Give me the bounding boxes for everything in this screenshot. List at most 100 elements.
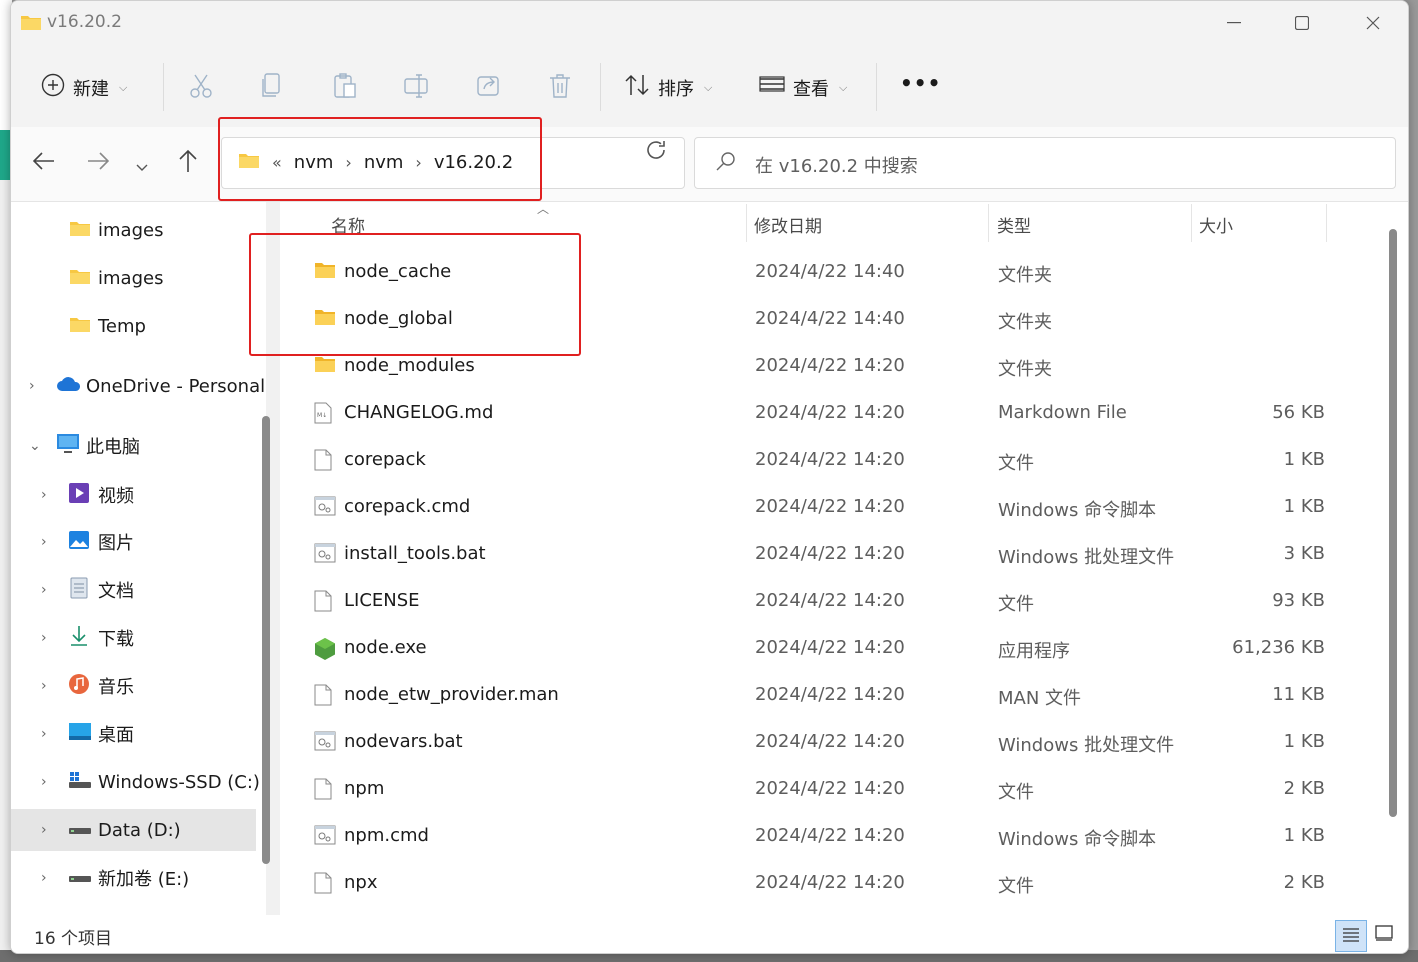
sort-ascending-icon: ︿ bbox=[537, 202, 550, 216]
file-name: node.exe bbox=[344, 637, 427, 658]
sidebar-item-downloads[interactable]: › 下载 bbox=[11, 617, 256, 659]
sidebar-item-label: 此电脑 bbox=[86, 437, 140, 458]
file-type: Windows 命令脚本 bbox=[998, 500, 1157, 521]
sidebar-item-drive-c[interactable]: › Windows-SSD (C:) bbox=[11, 761, 260, 803]
new-label: 新建 bbox=[73, 78, 109, 100]
table-row[interactable]: node.exe 2024/4/22 14:20 应用程序 61,236 KB bbox=[311, 625, 1341, 672]
rename-icon[interactable] bbox=[404, 73, 430, 103]
sidebar-item-images[interactable]: images bbox=[11, 257, 256, 299]
sidebar-item-temp[interactable]: Temp bbox=[11, 305, 256, 347]
file-name: LICENSE bbox=[344, 590, 420, 611]
table-row[interactable]: corepack 2024/4/22 14:20 文件 1 KB bbox=[311, 437, 1341, 484]
column-divider[interactable] bbox=[988, 204, 989, 242]
sidebar-item-drive-d[interactable]: › Data (D:) bbox=[11, 809, 256, 851]
file-icon bbox=[314, 872, 332, 899]
chevron-right-icon[interactable]: › bbox=[29, 378, 35, 394]
drive-icon bbox=[68, 868, 92, 889]
back-arrow-icon[interactable] bbox=[32, 149, 55, 177]
column-header-date[interactable]: 修改日期 bbox=[754, 212, 822, 237]
sidebar-item-music[interactable]: › 音乐 bbox=[11, 665, 256, 707]
file-date: 2024/4/22 14:20 bbox=[755, 684, 905, 705]
sidebar-item-drive-e[interactable]: › 新加卷 (E:) bbox=[11, 857, 256, 899]
table-row[interactable]: corepack.cmd 2024/4/22 14:20 Windows 命令脚本 1… bbox=[311, 484, 1341, 531]
sidebar-item-this-pc[interactable]: ⌄ 此电脑 bbox=[11, 425, 256, 467]
share-icon[interactable] bbox=[477, 73, 501, 101]
sidebar-item-images[interactable]: images bbox=[11, 209, 256, 251]
search-input[interactable]: 在 v16.20.2 中搜索 bbox=[694, 137, 1396, 189]
table-row[interactable]: LICENSE 2024/4/22 14:20 文件 93 KB bbox=[311, 578, 1341, 625]
file-type: Windows 命令脚本 bbox=[998, 829, 1157, 850]
drive-icon bbox=[68, 820, 92, 841]
search-placeholder: 在 v16.20.2 中搜索 bbox=[755, 156, 918, 177]
chevron-right-icon[interactable]: › bbox=[41, 726, 47, 742]
chevron-right-icon[interactable]: › bbox=[41, 774, 47, 790]
table-row[interactable]: npm 2024/4/22 14:20 文件 2 KB bbox=[311, 766, 1341, 813]
file-size: 61,236 KB bbox=[1232, 637, 1325, 658]
folder-icon bbox=[69, 315, 91, 338]
table-row[interactable]: M↓ CHANGELOG.md 2024/4/22 14:20 Markdown Fi… bbox=[311, 390, 1341, 437]
sort-button[interactable]: 排序 ⌵ bbox=[624, 73, 712, 102]
music-icon bbox=[68, 673, 90, 700]
table-row[interactable]: npm.cmd 2024/4/22 14:20 Windows 命令脚本 1 KB bbox=[311, 813, 1341, 860]
sidebar-item-videos[interactable]: › 视频 bbox=[11, 474, 256, 516]
sidebar-item-desktop[interactable]: › 桌面 bbox=[11, 713, 256, 755]
refresh-icon[interactable] bbox=[645, 139, 667, 167]
sidebar-item-label: 新加卷 (E:) bbox=[98, 869, 190, 890]
download-icon bbox=[70, 625, 88, 652]
close-button[interactable] bbox=[1353, 9, 1393, 37]
column-divider[interactable] bbox=[1326, 204, 1327, 242]
file-date: 2024/4/22 14:20 bbox=[755, 778, 905, 799]
chevron-right-icon[interactable]: › bbox=[41, 822, 47, 838]
chevron-right-icon[interactable]: › bbox=[41, 630, 47, 646]
chevron-right-icon[interactable]: › bbox=[41, 487, 47, 503]
sidebar-item-onedrive[interactable]: › OneDrive - Personal bbox=[11, 365, 265, 407]
column-divider[interactable] bbox=[746, 204, 747, 242]
navigation-pane: images images Temp › OneDrive - Personal… bbox=[11, 202, 266, 915]
sidebar-scrollbar[interactable] bbox=[262, 416, 270, 864]
file-date: 2024/4/22 14:20 bbox=[755, 449, 905, 470]
chevron-right-icon[interactable]: › bbox=[41, 870, 47, 886]
sidebar-item-documents[interactable]: › 文档 bbox=[11, 569, 256, 611]
table-row[interactable]: node_etw_provider.man 2024/4/22 14:20 MAN … bbox=[311, 672, 1341, 719]
large-icons-view-button[interactable] bbox=[1369, 920, 1399, 950]
chevron-down-icon: ⌵ bbox=[704, 80, 713, 94]
paste-icon[interactable] bbox=[333, 73, 357, 103]
table-row[interactable]: install_tools.bat 2024/4/22 14:20 Windows … bbox=[311, 531, 1341, 578]
chevron-right-icon[interactable]: › bbox=[41, 534, 47, 550]
chevron-down-icon[interactable]: ⌄ bbox=[29, 438, 41, 454]
new-button[interactable]: 新建 ⌵ bbox=[41, 73, 127, 102]
file-size: 11 KB bbox=[1272, 684, 1325, 705]
file-icon bbox=[314, 684, 332, 711]
view-button[interactable]: 查看 ⌵ bbox=[759, 73, 847, 102]
sidebar-item-label: 视频 bbox=[98, 486, 134, 507]
cut-icon[interactable] bbox=[189, 73, 213, 103]
up-arrow-icon[interactable] bbox=[178, 149, 198, 179]
file-list-scrollbar[interactable] bbox=[1389, 229, 1397, 817]
copy-icon[interactable] bbox=[261, 73, 283, 103]
maximize-button[interactable] bbox=[1282, 9, 1322, 37]
recent-locations-icon[interactable] bbox=[136, 151, 148, 179]
item-count: 16 个项目 bbox=[34, 929, 113, 949]
minimize-button[interactable] bbox=[1214, 9, 1254, 37]
chevron-right-icon[interactable]: › bbox=[41, 582, 47, 598]
delete-icon[interactable] bbox=[549, 73, 571, 103]
table-row[interactable]: nodevars.bat 2024/4/22 14:20 Windows 批处理文件… bbox=[311, 719, 1341, 766]
column-divider[interactable] bbox=[1191, 204, 1192, 242]
details-view-button[interactable] bbox=[1335, 920, 1367, 952]
search-icon bbox=[715, 150, 737, 176]
sidebar-item-label: Windows-SSD (C:) bbox=[98, 771, 260, 793]
column-header-size[interactable]: 大小 bbox=[1199, 212, 1233, 237]
chevron-right-icon[interactable]: › bbox=[41, 678, 47, 694]
view-list-icon bbox=[759, 73, 785, 102]
divider bbox=[163, 63, 164, 111]
forward-arrow-icon[interactable] bbox=[87, 149, 110, 177]
sidebar-item-pictures[interactable]: › 图片 bbox=[11, 521, 256, 563]
column-header-type[interactable]: 类型 bbox=[997, 212, 1031, 237]
more-options-button[interactable]: ••• bbox=[900, 71, 941, 95]
sidebar-item-label: 图片 bbox=[98, 533, 134, 554]
more-icon: ••• bbox=[900, 71, 942, 95]
file-size: 2 KB bbox=[1283, 872, 1325, 893]
pictures-icon bbox=[68, 530, 90, 555]
file-date: 2024/4/22 14:20 bbox=[755, 590, 905, 611]
table-row[interactable]: npx 2024/4/22 14:20 文件 2 KB bbox=[311, 860, 1341, 907]
